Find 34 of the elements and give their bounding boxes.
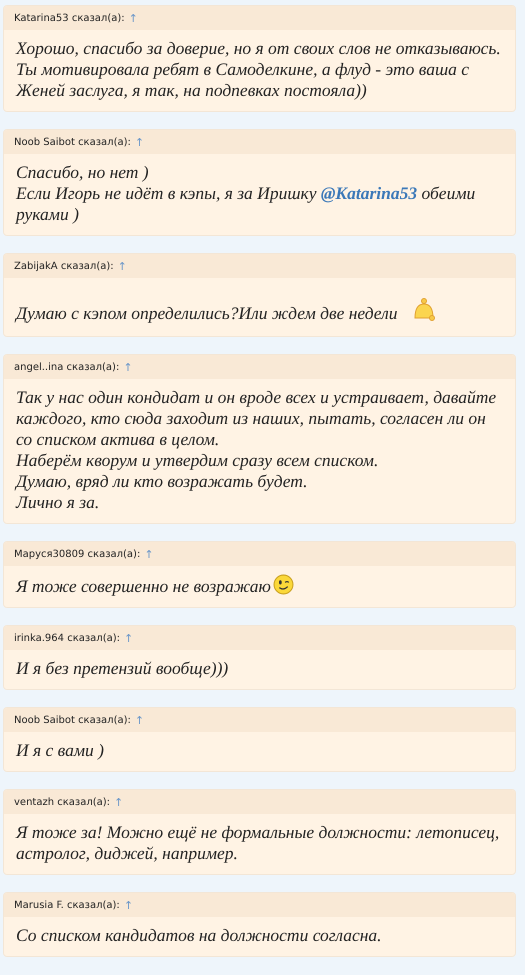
message-text: Лично я за. (16, 492, 100, 513)
jump-link[interactable]: ↑ (123, 360, 133, 374)
quote-author: ZabijakA сказал(а): (14, 260, 114, 272)
message-text: Хорошо, спасибо за доверие, но я от своих слов не отказываюсь. Ты мотивировала ребят в Самоделкине, а флуд - это ваша с Женей заслуга, я так, на подпевках постояла)) (16, 38, 502, 101)
jump-link[interactable]: ↑ (144, 548, 154, 560)
bell-icon (412, 298, 436, 322)
jump-link[interactable]: ↑ (124, 632, 134, 644)
jump-link[interactable]: ↑ (118, 260, 127, 272)
quote-author: ventazh сказал(а): (14, 796, 110, 808)
message-text: Спасибо, но нет ) (16, 162, 150, 183)
jump-link[interactable]: ↑ (134, 136, 144, 148)
quote-author: Маруся30809 сказал(а): (14, 548, 140, 560)
message-text: И я с вами ) (16, 740, 106, 761)
message-text: И я без претензий вообще))) (16, 658, 230, 679)
message-text: Думаю с кэпом определились?Или ждем две недели (16, 298, 505, 324)
message-text: Я тоже за! Можно ещё не формальные должности: летописец, астролог, диджей, например. (16, 822, 500, 864)
quote-author: Noob Saibot сказал(а): (14, 136, 131, 148)
message-text: Так у нас один кондидат и он вроде всех и устраивает, давайте каждого, кто сюда заходит из наших, пытать, согласен ли он со списком актива в целом. (16, 387, 498, 450)
quote-author: Katarina53 сказал(а): (14, 12, 125, 24)
user-mention-link[interactable]: @Katarina53 (320, 183, 418, 203)
jump-link[interactable]: ↑ (128, 12, 138, 24)
message-text: Со списком кандидатов на должности согласна. (16, 925, 383, 946)
message-text: Если Игорь не идёт в кэпы, я за Иришку @Katarina53 обеими руками ) (16, 183, 476, 225)
message-text: Думаю, вряд ли кто возражать будет. (16, 471, 309, 492)
quote-author: Marusia F. сказал(а): (14, 900, 120, 910)
jump-link[interactable]: ↑ (114, 796, 124, 808)
quote-author: angel..ina сказал(а): (14, 362, 120, 372)
winking-smiley-icon (272, 574, 294, 595)
quote-author: irinka.964 сказал(а): (14, 632, 120, 644)
jump-link[interactable]: ↑ (134, 714, 144, 726)
jump-link[interactable]: ↑ (124, 898, 134, 912)
quote-author: Noob Saibot сказал(а): (14, 714, 131, 726)
message-text: Наберём кворум и утвердим сразу всем списком. (16, 450, 380, 471)
message-text: Я тоже совершенно не возражаю (16, 574, 505, 597)
